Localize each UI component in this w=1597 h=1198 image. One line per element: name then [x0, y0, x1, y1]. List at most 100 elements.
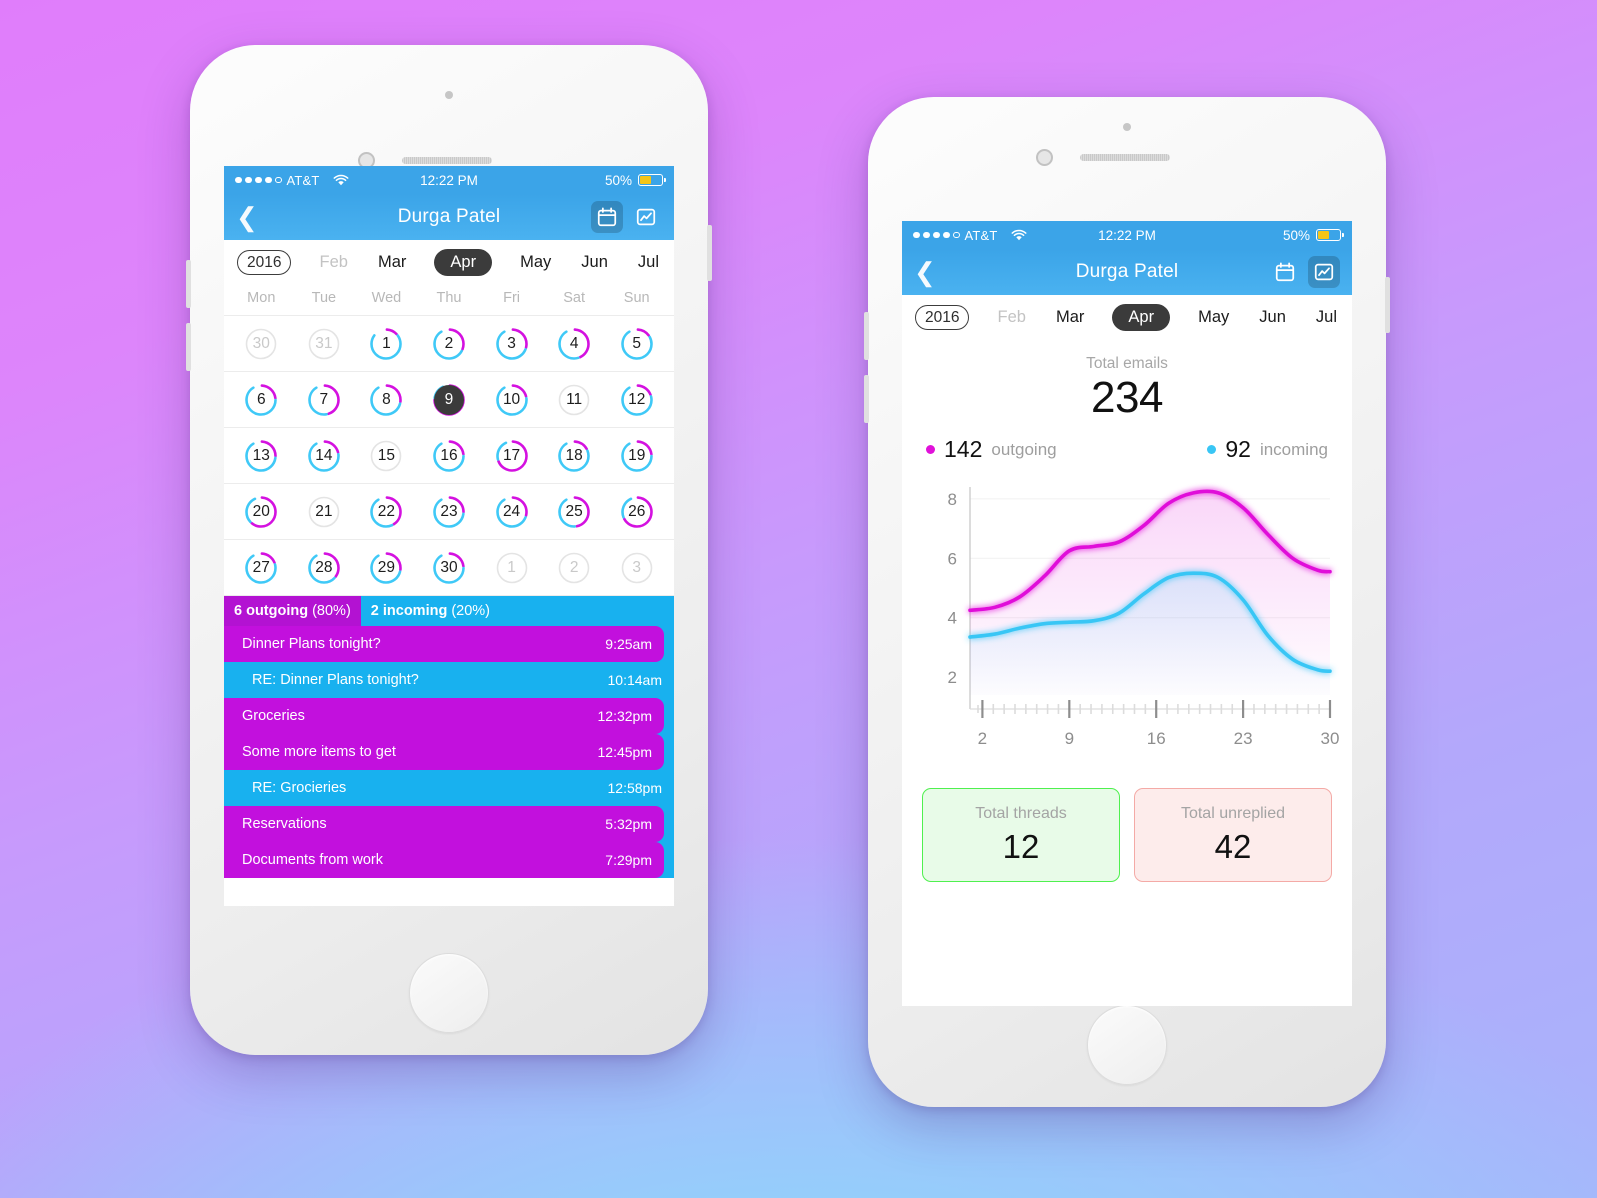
calendar-week-row: 27 28 29 30 1 2 3: [224, 540, 674, 596]
power-button[interactable]: [707, 225, 712, 281]
calendar-day-cell[interactable]: 10: [480, 377, 543, 422]
message-time: 12:45pm: [597, 744, 652, 760]
month-jun[interactable]: Jun: [579, 250, 610, 275]
calendar-day-cell[interactable]: 27: [230, 545, 293, 590]
volume-button-down[interactable]: [186, 323, 191, 371]
calendar-day-cell[interactable]: 20: [230, 489, 293, 534]
month-jun-right[interactable]: Jun: [1257, 305, 1288, 330]
day-number: 25: [565, 502, 583, 520]
message-row[interactable]: Some more items to get 12:45pm: [224, 734, 664, 770]
month-jul-right[interactable]: Jul: [1314, 305, 1339, 330]
direction-split-header: 6 outgoing (80%) 2 incoming (20%): [224, 596, 674, 626]
calendar-day-cell[interactable]: 23: [418, 489, 481, 534]
day-number: 31: [315, 334, 333, 352]
day-number: 30: [252, 334, 270, 352]
day-number: 1: [507, 558, 516, 576]
total-emails-value: 234: [1091, 373, 1163, 422]
month-mar[interactable]: Mar: [376, 250, 408, 275]
calendar-day-cell[interactable]: 16: [418, 433, 481, 478]
message-subject: Some more items to get: [242, 744, 396, 760]
volume-button-up[interactable]: [186, 260, 191, 308]
year-pill[interactable]: 2016: [237, 250, 292, 275]
incoming-pct-label: (20%): [451, 603, 491, 619]
svg-text:8: 8: [948, 490, 957, 509]
calendar-day-cell[interactable]: 17: [480, 433, 543, 478]
year-pill-right[interactable]: 2016: [915, 305, 970, 330]
battery-percent-label-right: 50%: [1282, 227, 1310, 243]
day-number: 13: [252, 446, 270, 464]
svg-text:6: 6: [948, 550, 957, 569]
month-may-right[interactable]: May: [1196, 305, 1231, 330]
message-row[interactable]: Reservations 5:32pm: [224, 806, 664, 842]
volume-button-up-right[interactable]: [864, 312, 869, 360]
day-number: 30: [440, 558, 458, 576]
legend-incoming-caption: incoming: [1259, 439, 1328, 459]
month-may[interactable]: May: [518, 250, 553, 275]
calendar-day-cell[interactable]: 19: [605, 433, 668, 478]
dow-thu: Thu: [436, 290, 462, 306]
calendar-day-cell[interactable]: 18: [543, 433, 606, 478]
calendar-day-cell[interactable]: 30: [230, 321, 293, 366]
calendar-day-cell[interactable]: 3: [480, 321, 543, 366]
message-row[interactable]: Dinner Plans tonight? 9:25am: [224, 626, 664, 662]
day-number: 6: [256, 390, 266, 408]
message-row[interactable]: RE: Grocieries 12:58pm: [234, 770, 674, 806]
message-row[interactable]: Groceries 12:32pm: [224, 698, 664, 734]
calendar-day-cell[interactable]: 22: [355, 489, 418, 534]
calendar-day-cell[interactable]: 1: [480, 545, 543, 590]
message-subject: Reservations: [242, 816, 327, 832]
day-number: 2: [569, 558, 579, 576]
calendar-day-cell[interactable]: 24: [480, 489, 543, 534]
message-subject: Groceries: [242, 708, 305, 724]
message-time: 7:29pm: [605, 852, 652, 868]
calendar-day-cell[interactable]: 2: [543, 545, 606, 590]
calendar-day-cell[interactable]: 6: [230, 377, 293, 422]
home-button-right[interactable]: [1087, 1005, 1167, 1085]
month-feb-right[interactable]: Feb: [996, 305, 1028, 330]
calendar-icon[interactable]: [591, 201, 623, 233]
month-apr-right[interactable]: Apr: [1112, 304, 1171, 331]
calendar-day-cell[interactable]: 30: [418, 545, 481, 590]
calendar-day-cell[interactable]: 25: [543, 489, 606, 534]
calendar-icon-right[interactable]: [1269, 256, 1301, 288]
battery-icon-right: [1316, 229, 1344, 241]
message-row[interactable]: Documents from work 7:29pm: [224, 842, 664, 878]
power-button-right[interactable]: [1385, 277, 1390, 333]
line-chart-icon[interactable]: [630, 201, 662, 233]
calendar-day-cell[interactable]: 5: [605, 321, 668, 366]
day-number: 5: [632, 334, 642, 352]
month-apr[interactable]: Apr: [434, 249, 493, 276]
dow-tue: Tue: [311, 290, 337, 306]
home-button[interactable]: [409, 953, 489, 1033]
calendar-day-cell[interactable]: 26: [605, 489, 668, 534]
calendar-day-cell[interactable]: 31: [293, 321, 356, 366]
month-mar-right[interactable]: Mar: [1054, 305, 1086, 330]
calendar-day-cell[interactable]: 15: [355, 433, 418, 478]
month-jul[interactable]: Jul: [636, 250, 661, 275]
message-row[interactable]: RE: Dinner Plans tonight? 10:14am: [234, 662, 674, 698]
calendar-day-cell[interactable]: 13: [230, 433, 293, 478]
card-total-unreplied[interactable]: Total unreplied 42: [1134, 788, 1332, 883]
calendar-day-cell[interactable]: 2: [418, 321, 481, 366]
volume-button-down-right[interactable]: [864, 375, 869, 423]
calendar-day-cell[interactable]: 8: [355, 377, 418, 422]
calendar-day-cell[interactable]: 21: [293, 489, 356, 534]
calendar-day-cell[interactable]: 7: [293, 377, 356, 422]
calendar-day-cell[interactable]: 29: [355, 545, 418, 590]
calendar-day-cell[interactable]: 14: [293, 433, 356, 478]
card-total-threads[interactable]: Total threads 12: [922, 788, 1120, 883]
card-total-threads-label: Total threads: [975, 805, 1067, 823]
calendar-day-cell[interactable]: 11: [543, 377, 606, 422]
battery-icon: [638, 174, 666, 186]
calendar-day-cell[interactable]: 1: [355, 321, 418, 366]
front-camera-icon-right: [1036, 149, 1053, 166]
calendar-day-cell[interactable]: 12: [605, 377, 668, 422]
month-feb[interactable]: Feb: [318, 250, 350, 275]
calendar-day-cell[interactable]: 3: [605, 545, 668, 590]
line-chart-icon-right[interactable]: [1308, 256, 1340, 288]
calendar-day-cell[interactable]: 9: [418, 377, 481, 422]
calendar-day-cell[interactable]: 28: [293, 545, 356, 590]
outgoing-count-label: 6 outgoing: [234, 603, 309, 619]
calendar-day-cell[interactable]: 4: [543, 321, 606, 366]
front-sensor-icon-right: [1123, 123, 1131, 131]
